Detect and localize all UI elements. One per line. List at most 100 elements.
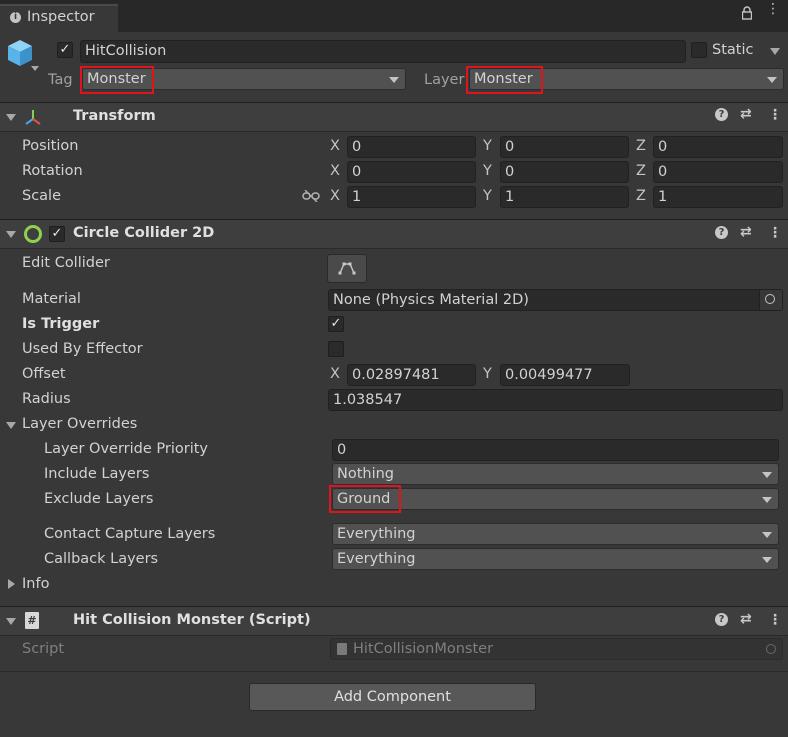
fold-arrow-icon[interactable] xyxy=(6,114,16,121)
help-icon[interactable]: ? xyxy=(715,613,728,626)
chevron-down-icon xyxy=(389,77,399,83)
scale-z-field[interactable]: 1 xyxy=(653,186,783,208)
component-menu-icon[interactable]: ⋮ xyxy=(768,107,782,123)
chevron-down-icon xyxy=(762,497,772,503)
chevron-down-icon xyxy=(762,532,772,538)
rotation-x-field[interactable]: 0 xyxy=(347,161,476,183)
position-x-field[interactable]: 0 xyxy=(347,136,476,158)
object-picker-icon[interactable] xyxy=(759,290,782,310)
collider-title: Circle Collider 2D xyxy=(73,225,215,241)
divider xyxy=(0,671,788,672)
rotation-y-field[interactable]: 0 xyxy=(500,161,629,183)
component-menu-icon[interactable]: ⋮ xyxy=(768,225,782,241)
include-layers-value: Nothing xyxy=(337,466,395,482)
axis-z-label: Z xyxy=(636,138,646,154)
include-layers-dropdown[interactable]: Nothing xyxy=(332,463,779,485)
material-value: None (Physics Material 2D) xyxy=(333,292,529,308)
presets-icon[interactable]: ⇄ xyxy=(740,611,752,627)
axis-x-label: X xyxy=(330,188,340,204)
chevron-down-icon xyxy=(767,77,777,83)
script-header[interactable]: # Hit Collision Monster (Script) ? ⇄ ⋮ xyxy=(0,606,788,636)
layer-overrides-label[interactable]: Layer Overrides xyxy=(22,416,137,432)
scale-label: Scale xyxy=(22,188,62,204)
used-by-effector-checkbox[interactable] xyxy=(328,341,344,357)
layer-highlight xyxy=(466,66,543,94)
tab-title: Inspector xyxy=(27,9,95,25)
radius-label: Radius xyxy=(22,391,71,407)
active-checkbox[interactable]: ✓ xyxy=(57,42,73,58)
priority-field[interactable]: 0 xyxy=(332,439,779,461)
axis-z-label: Z xyxy=(636,188,646,204)
collider-header[interactable]: ✓ Circle Collider 2D ? ⇄ ⋮ xyxy=(0,219,788,249)
presets-icon[interactable]: ⇄ xyxy=(740,224,752,240)
tab-inspector[interactable]: i Inspector xyxy=(0,4,118,32)
circle-collider-icon xyxy=(24,225,42,243)
transform-header[interactable]: Transform ? ⇄ ⋮ xyxy=(0,102,788,132)
material-label: Material xyxy=(22,291,81,307)
scale-y-field[interactable]: 1 xyxy=(500,186,629,208)
callback-layers-value: Everything xyxy=(337,551,416,567)
is-trigger-checkbox[interactable]: ✓ xyxy=(328,316,344,332)
script-label: Script xyxy=(22,641,65,657)
constrain-proportions-icon[interactable] xyxy=(302,189,320,206)
callback-layers-label: Callback Layers xyxy=(44,551,159,567)
include-layers-label: Include Layers xyxy=(44,466,150,482)
position-y-field[interactable]: 0 xyxy=(500,136,629,158)
axis-x-label: X xyxy=(330,138,340,154)
rotation-label: Rotation xyxy=(22,163,83,179)
exclude-layers-highlight xyxy=(329,485,401,513)
contact-capture-value: Everything xyxy=(337,526,416,542)
info-icon: i xyxy=(10,12,21,23)
scale-x-field[interactable]: 1 xyxy=(347,186,476,208)
rotation-z-field[interactable]: 0 xyxy=(653,161,783,183)
edit-collider-button[interactable] xyxy=(327,254,367,283)
layer-overrides-fold-icon[interactable] xyxy=(6,422,16,429)
axis-x-label: X xyxy=(330,163,340,179)
is-trigger-label: Is Trigger xyxy=(22,316,100,332)
position-label: Position xyxy=(22,138,79,154)
exclude-layers-label: Exclude Layers xyxy=(44,491,154,507)
script-asset-icon xyxy=(337,643,347,655)
fold-arrow-icon[interactable] xyxy=(6,618,16,625)
info-label[interactable]: Info xyxy=(22,576,49,592)
help-icon[interactable]: ? xyxy=(715,226,728,239)
static-checkbox[interactable] xyxy=(691,42,707,58)
radius-field[interactable]: 1.038547 xyxy=(328,389,783,411)
axis-y-label: Y xyxy=(483,188,492,204)
edit-shape-icon xyxy=(338,261,356,279)
contact-capture-label: Contact Capture Layers xyxy=(44,526,216,542)
axis-z-label: Z xyxy=(636,163,646,179)
chevron-down-icon xyxy=(762,557,772,563)
transform-icon xyxy=(23,108,43,132)
used-by-effector-label: Used By Effector xyxy=(22,341,143,357)
script-title: Hit Collision Monster (Script) xyxy=(73,612,311,628)
edit-collider-label: Edit Collider xyxy=(22,255,110,271)
position-z-field[interactable]: 0 xyxy=(653,136,783,158)
object-name-field[interactable]: HitCollision xyxy=(80,40,686,63)
add-component-button[interactable]: Add Component xyxy=(249,683,536,711)
lock-icon[interactable] xyxy=(741,6,753,20)
offset-label: Offset xyxy=(22,366,66,382)
tag-label: Tag xyxy=(48,72,73,88)
priority-label: Layer Override Priority xyxy=(44,441,208,457)
component-menu-icon[interactable]: ⋮ xyxy=(768,612,782,628)
offset-x-field[interactable]: 0.02897481 xyxy=(347,364,476,386)
object-picker-icon xyxy=(766,644,776,654)
static-dropdown-icon[interactable] xyxy=(770,48,780,55)
contact-capture-dropdown[interactable]: Everything xyxy=(332,523,779,545)
script-field: HitCollisionMonster xyxy=(330,638,783,660)
material-field[interactable]: None (Physics Material 2D) xyxy=(328,289,783,311)
help-icon[interactable]: ? xyxy=(715,108,728,121)
collider-enabled-checkbox[interactable]: ✓ xyxy=(49,226,65,242)
kebab-menu-icon[interactable]: ⋮ xyxy=(766,2,780,16)
presets-icon[interactable]: ⇄ xyxy=(740,106,752,122)
axis-y-label: Y xyxy=(483,138,492,154)
script-value: HitCollisionMonster xyxy=(353,641,494,657)
icon-dropdown-icon[interactable] xyxy=(31,66,39,71)
callback-layers-dropdown[interactable]: Everything xyxy=(332,548,779,570)
offset-y-field[interactable]: 0.00499477 xyxy=(500,364,630,386)
static-label: Static xyxy=(712,42,754,58)
fold-arrow-icon[interactable] xyxy=(6,231,16,238)
info-fold-icon[interactable] xyxy=(8,579,15,589)
tab-bar xyxy=(0,0,788,32)
